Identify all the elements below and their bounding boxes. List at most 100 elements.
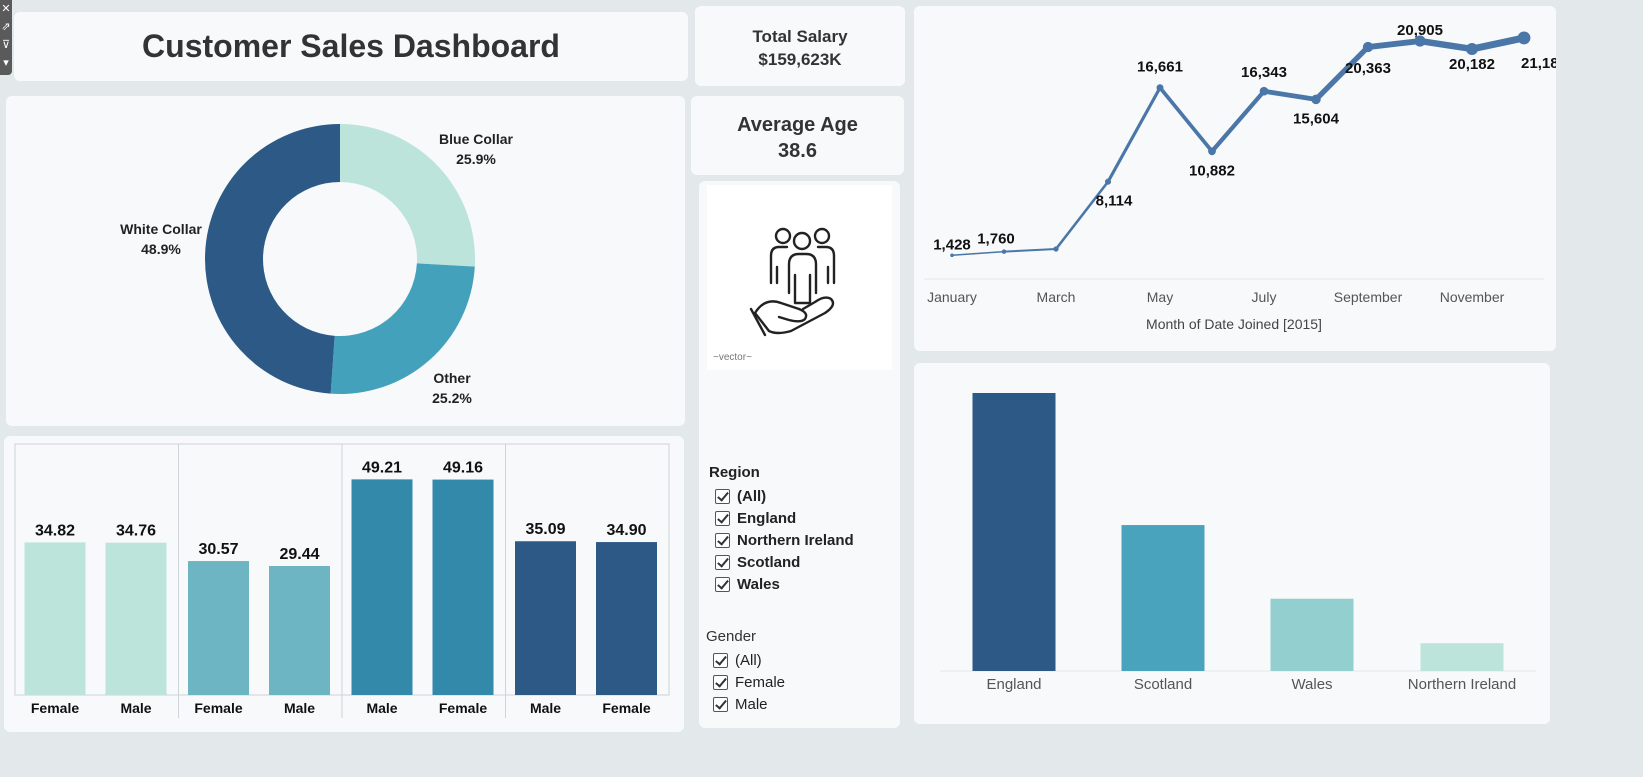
- slice-percent-label: 48.9%: [141, 241, 181, 257]
- bar-category-label: Male: [530, 700, 561, 716]
- gender-age-bar: [515, 541, 576, 695]
- region-bar-chart: England Scotland Wales Northern Ireland: [940, 393, 1536, 693]
- bar-value-label: 29.44: [279, 546, 319, 563]
- bar-value-label: 34.82: [35, 522, 75, 539]
- line-segment: [1261, 88, 1319, 102]
- line-point: [1001, 249, 1007, 254]
- region-bar: [972, 393, 1056, 671]
- bar-value-label: 49.21: [362, 459, 402, 476]
- x-tick-label: July: [1252, 289, 1277, 305]
- floating-toolbar: ✕ ⇗ ⊽ ▾: [0, 0, 12, 75]
- gender-option-male[interactable]: Male: [713, 694, 768, 714]
- gender-option-female[interactable]: Female: [713, 672, 785, 692]
- checkbox-checked-icon[interactable]: [713, 696, 728, 712]
- gender-age-bar: [432, 479, 494, 695]
- line-data-label: 8,114: [1096, 193, 1133, 210]
- popout-icon[interactable]: ⇗: [0, 18, 12, 36]
- gender-filter-title: Gender: [706, 628, 757, 645]
- gender-option-label: Male: [735, 695, 768, 713]
- line-data-label: 20,363: [1345, 60, 1391, 77]
- average-age-value: 38.6: [778, 140, 817, 162]
- image-card-panel: ~vector~ Region (All) England Northern I…: [699, 181, 900, 728]
- line-data-label: 1,760: [977, 231, 1015, 248]
- region-filter-title: Region: [709, 464, 760, 481]
- region-option-scotland[interactable]: Scotland: [715, 552, 800, 572]
- line-data-label: 20,905: [1397, 22, 1443, 39]
- line-segment: [1468, 34, 1528, 53]
- x-tick-label: January: [927, 289, 977, 305]
- image-card: ~vector~: [707, 185, 892, 370]
- checkbox-checked-icon[interactable]: [713, 652, 728, 668]
- line-point: [1156, 84, 1164, 92]
- region-bar-panel: England Scotland Wales Northern Ireland: [914, 363, 1550, 724]
- checkbox-checked-icon[interactable]: [715, 576, 730, 592]
- line-data-label: 10,882: [1189, 162, 1235, 179]
- gender-age-bar: [24, 542, 86, 695]
- line-segment: [1365, 38, 1423, 50]
- date-joined-line-panel: 1,428 1,760 8,114 16,661 10,882 16,343 15,604 2…: [914, 6, 1567, 351]
- line-point: [1104, 178, 1112, 185]
- line-point: [1053, 246, 1059, 252]
- line-data-label: 15,604: [1293, 110, 1340, 127]
- date-joined-line-chart: 1,428 1,760 8,114 16,661 10,882 16,343 15,604 2…: [924, 22, 1567, 332]
- region-category-label: Northern Ireland: [1408, 676, 1516, 693]
- line-point: [1362, 41, 1374, 53]
- gender-age-bar: [596, 542, 657, 695]
- region-option-label: England: [737, 509, 797, 527]
- region-category-label: Wales: [1291, 676, 1332, 693]
- region-option-label: Northern Ireland: [737, 531, 854, 549]
- gender-option-label: (All): [735, 651, 762, 669]
- bar-value-label: 30.57: [198, 541, 238, 558]
- checkbox-checked-icon[interactable]: [715, 532, 730, 548]
- checkbox-checked-icon[interactable]: [713, 674, 728, 690]
- bar-value-label: 49.16: [443, 460, 483, 477]
- gender-age-bar: [351, 479, 413, 695]
- slice-category-label: Blue Collar: [439, 131, 513, 147]
- x-tick-label: September: [1334, 289, 1403, 305]
- close-icon[interactable]: ✕: [0, 0, 12, 18]
- line-data-label: 21,189: [1521, 55, 1556, 72]
- gender-age-bar-panel: 34.82 Female 34.76 Male 30.57 Female 29.44 Male…: [4, 436, 684, 732]
- checkbox-checked-icon[interactable]: [715, 554, 730, 570]
- line-data-label: 16,343: [1241, 64, 1287, 81]
- bar-category-label: Female: [602, 700, 650, 716]
- gender-option-all[interactable]: (All): [713, 650, 762, 670]
- slice-percent-label: 25.2%: [432, 390, 472, 406]
- gender-age-bar: [269, 565, 330, 695]
- line-segment: [1416, 37, 1476, 53]
- slice-category-label: Other: [433, 370, 471, 386]
- region-bar: [1270, 598, 1354, 671]
- gender-age-bar-chart: 34.82 Female 34.76 Male 30.57 Female 29.44 Male…: [14, 443, 670, 718]
- region-option-wales[interactable]: Wales: [715, 574, 780, 594]
- region-option-label: Scotland: [737, 553, 801, 571]
- region-option-all[interactable]: (All): [715, 486, 766, 506]
- dropdown-icon[interactable]: ▾: [0, 54, 12, 72]
- line-segment: [1106, 86, 1162, 184]
- bar-category-label: Male: [120, 700, 151, 716]
- checkbox-checked-icon[interactable]: [715, 510, 730, 526]
- filter-icon[interactable]: ⊽: [0, 36, 12, 54]
- people-in-hand-icon: [749, 227, 836, 337]
- line-point: [1466, 42, 1478, 55]
- occupation-donut-chart: Blue Collar 25.9% Other 25.2% White Collar 48…: [120, 124, 514, 406]
- bar-value-label: 34.90: [606, 522, 646, 539]
- region-option-label: (All): [737, 487, 767, 505]
- checkbox-checked-icon[interactable]: [715, 488, 730, 504]
- region-option-northern-ireland[interactable]: Northern Ireland: [715, 530, 854, 550]
- average-age-label: Average Age: [737, 114, 858, 136]
- bar-category-label: Male: [366, 700, 397, 716]
- line-data-label: 20,182: [1449, 56, 1495, 73]
- image-caption: ~vector~: [713, 352, 752, 363]
- title-panel: Customer Sales Dashboard: [14, 12, 688, 81]
- bar-category-label: Male: [284, 700, 315, 716]
- region-category-label: England: [986, 676, 1041, 693]
- region-filter: (All) England Northern Ireland Scotland …: [715, 486, 895, 596]
- total-salary-label: Total Salary: [752, 27, 848, 46]
- region-bar: [1121, 525, 1205, 671]
- line-data-label: 1,428: [933, 236, 971, 253]
- line-segment: [1209, 89, 1267, 154]
- slice-percent-label: 25.9%: [456, 151, 496, 167]
- region-option-label: Wales: [737, 575, 780, 593]
- region-option-england[interactable]: England: [715, 508, 796, 528]
- line-point: [1259, 86, 1269, 96]
